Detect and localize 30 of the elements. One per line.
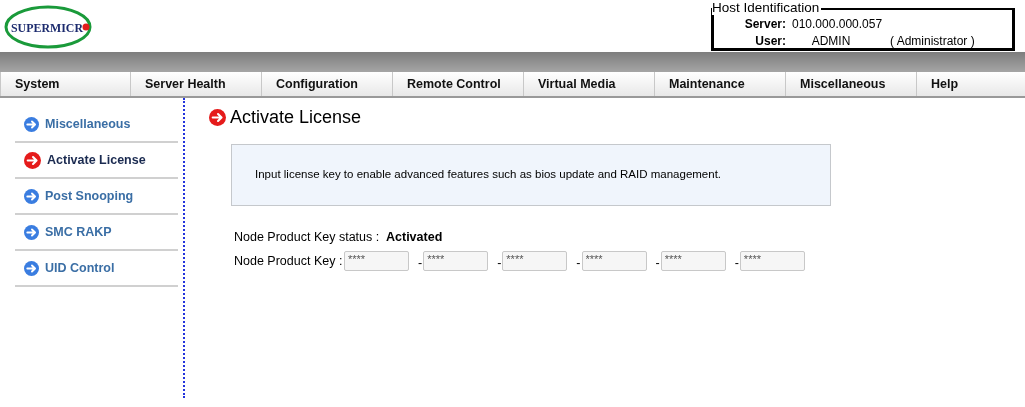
menu-tab[interactable]: Remote Control	[393, 72, 524, 96]
user-role: ( Administrator )	[889, 33, 976, 50]
user-label: User:	[754, 33, 786, 50]
logo: SUPERMICR	[4, 5, 94, 49]
sidebar-link[interactable]: Activate License	[47, 150, 146, 170]
page-title: Activate License	[230, 108, 362, 126]
user-name: ADMIN	[810, 33, 852, 50]
menu-tab[interactable]: Configuration	[262, 72, 393, 96]
server-label: Server:	[743, 16, 786, 33]
separator-text: -	[576, 255, 581, 272]
field-label: Node Product Key :	[234, 253, 344, 270]
separator-text: -	[734, 255, 739, 272]
info-text: Input license key to enable advanced features such as bios update and RAID management.	[255, 167, 722, 183]
menu-tab[interactable]: Server Health	[131, 72, 262, 96]
menu-tab[interactable]: System	[0, 72, 131, 96]
sidebar-link[interactable]: Miscellaneous	[45, 114, 131, 134]
field-label: Node Product Key status :	[234, 228, 381, 246]
menu-tab[interactable]: Maintenance	[655, 72, 786, 96]
status-text: Activated	[386, 228, 443, 246]
sidebar-link[interactable]: UID Control	[45, 258, 115, 278]
separator-text: -	[655, 255, 660, 272]
sidebar-link[interactable]: Post Snooping	[45, 186, 134, 206]
menu-tab[interactable]: Help	[917, 72, 1025, 96]
menu-tab[interactable]: Virtual Media	[524, 72, 655, 96]
menu-tab[interactable]: Miscellaneous	[786, 72, 917, 96]
panel-legend: Host Identification	[712, 1, 822, 15]
server-address: 010.000.000.057	[792, 16, 884, 33]
sidebar-link[interactable]: SMC RAKP	[45, 222, 112, 242]
separator-text: -	[497, 255, 502, 272]
separator-text: -	[418, 255, 423, 272]
